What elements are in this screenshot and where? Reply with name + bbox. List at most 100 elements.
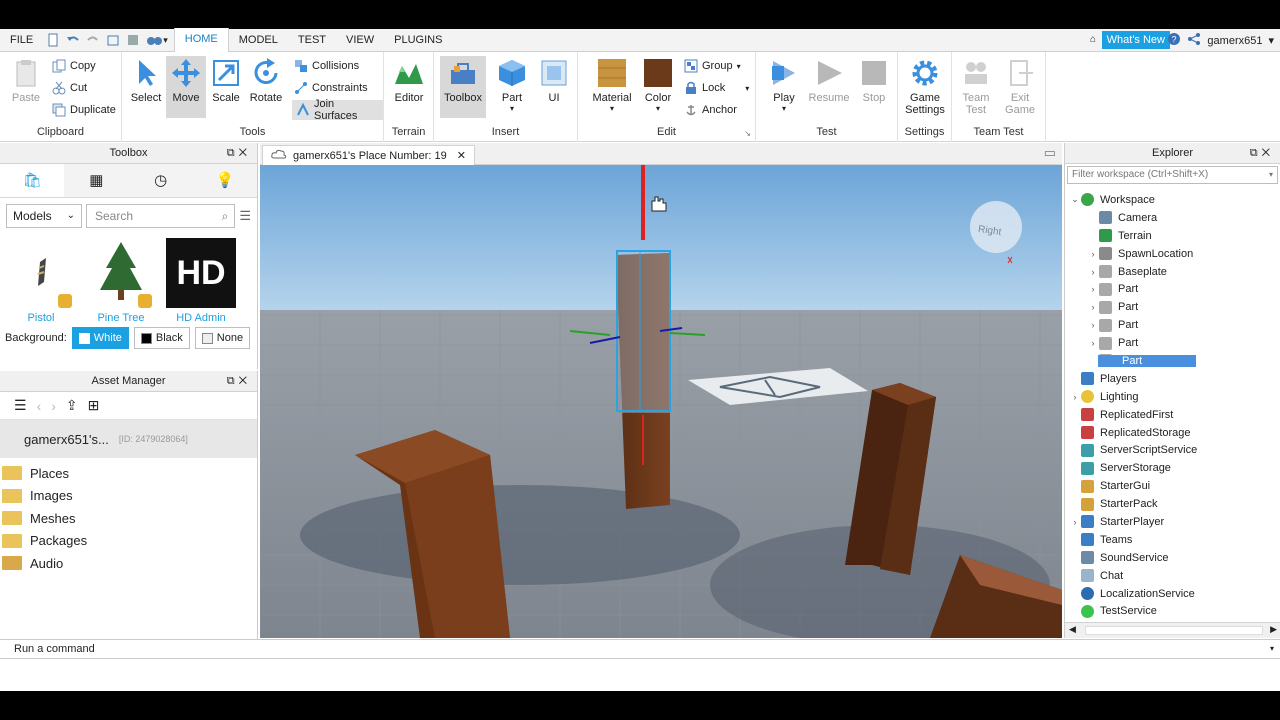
tab-view[interactable]: VIEW bbox=[336, 29, 384, 52]
collapsed-chevron-icon[interactable]: › bbox=[1087, 284, 1099, 294]
explorer-filter-input[interactable]: Filter workspace (Ctrl+Shift+X) ▾ bbox=[1067, 166, 1278, 184]
game-settings-button[interactable]: Game Settings bbox=[902, 56, 948, 118]
undock-icon[interactable]: ⧉ bbox=[227, 147, 239, 159]
explorer-item-starterplayer[interactable]: › StarterPlayer bbox=[1065, 513, 1280, 531]
tab-recent[interactable]: ◷ bbox=[128, 164, 193, 197]
exit-game-button[interactable]: Exit Game bbox=[1000, 56, 1040, 118]
explorer-item-startergui[interactable]: StarterGui bbox=[1065, 477, 1280, 495]
explorer-item-baseplate[interactable]: › Baseplate bbox=[1065, 263, 1280, 281]
explorer-item-serverstorage[interactable]: ServerStorage bbox=[1065, 459, 1280, 477]
tab-inventory[interactable]: ▦ bbox=[64, 164, 129, 197]
toolbox-item-hd-admin[interactable]: HD HD Admin bbox=[166, 238, 236, 324]
place-tab[interactable]: gamerx651's Place Number: 19 ✕ bbox=[262, 145, 475, 165]
upload-icon[interactable]: ⇪ bbox=[66, 397, 78, 414]
explorer-item-replicatedfirst[interactable]: ReplicatedFirst bbox=[1065, 406, 1280, 424]
duplicate-button[interactable]: Duplicate bbox=[52, 100, 116, 120]
constraints-toggle[interactable]: Constraints bbox=[294, 78, 368, 98]
toolbox-search-input[interactable]: Search ⌕ bbox=[86, 204, 236, 228]
scroll-right-icon[interactable]: ▶ bbox=[1270, 624, 1277, 635]
folder-images[interactable]: Images bbox=[0, 485, 257, 508]
material-button[interactable]: Material ▾ bbox=[590, 56, 634, 118]
color-dropdown-icon[interactable]: ▾ bbox=[638, 104, 678, 113]
explorer-item-testservice[interactable]: TestService bbox=[1065, 602, 1280, 620]
terrain-editor-button[interactable]: Editor bbox=[389, 56, 429, 118]
part-button[interactable]: Part ▾ bbox=[492, 56, 532, 118]
team-test-button[interactable]: Team Test bbox=[956, 56, 996, 118]
collisions-toggle[interactable]: Collisions bbox=[294, 56, 359, 76]
toolbox-item-pistol[interactable]: Pistol bbox=[6, 238, 76, 324]
binoculars-icon[interactable] bbox=[146, 33, 163, 47]
explorer-item-part[interactable]: Part bbox=[1065, 352, 1280, 370]
lock-dropdown-icon[interactable]: ▾ bbox=[745, 84, 749, 93]
explorer-item-camera[interactable]: Camera bbox=[1065, 209, 1280, 227]
collapsed-chevron-icon[interactable]: › bbox=[1087, 249, 1099, 259]
collapsed-chevron-icon[interactable]: › bbox=[1087, 302, 1099, 312]
explorer-item-terrain[interactable]: Terrain bbox=[1065, 227, 1280, 245]
username[interactable]: gamerx651 bbox=[1207, 35, 1262, 47]
paste-button[interactable]: Paste bbox=[6, 56, 46, 118]
cut-button[interactable]: Cut bbox=[52, 78, 87, 98]
explorer-item-lighting[interactable]: › Lighting bbox=[1065, 388, 1280, 406]
filter-dropdown-icon[interactable]: ▾ bbox=[1269, 167, 1273, 183]
explorer-item-part[interactable]: › Part bbox=[1065, 316, 1280, 334]
user-menu-chevron-icon[interactable]: ▾ bbox=[1268, 34, 1274, 47]
folder-audio[interactable]: Audio bbox=[0, 552, 257, 575]
scrollbar-thumb[interactable] bbox=[1085, 626, 1263, 635]
rotate-button[interactable]: Rotate bbox=[246, 56, 286, 118]
play-button[interactable]: Play ▾ bbox=[764, 56, 804, 118]
group-button[interactable]: Group ▾ bbox=[684, 56, 741, 76]
explorer-item-soundservice[interactable]: SoundService bbox=[1065, 549, 1280, 567]
forward-icon[interactable]: › bbox=[51, 398, 56, 414]
part-dropdown-icon[interactable]: ▾ bbox=[492, 104, 532, 113]
3d-viewport[interactable]: Right bbox=[260, 165, 1062, 638]
back-icon[interactable]: ‹ bbox=[37, 398, 42, 414]
tab-home[interactable]: HOME bbox=[173, 28, 229, 52]
collapsed-chevron-icon[interactable]: › bbox=[1069, 517, 1081, 527]
save-icon[interactable] bbox=[126, 33, 140, 47]
explorer-horizontal-scrollbar[interactable]: ◀ ▶ bbox=[1065, 622, 1280, 638]
close-icon[interactable]: ✕ bbox=[239, 147, 251, 159]
explorer-item-starterpack[interactable]: StarterPack bbox=[1065, 495, 1280, 513]
group-dropdown-icon[interactable]: ▾ bbox=[737, 62, 741, 71]
undock-icon[interactable]: ⧉ bbox=[1250, 147, 1262, 159]
material-dropdown-icon[interactable]: ▾ bbox=[590, 104, 634, 113]
undo-icon[interactable] bbox=[66, 33, 80, 47]
folder-packages[interactable]: Packages bbox=[0, 530, 257, 553]
copy-button[interactable]: Copy bbox=[52, 56, 96, 76]
folder-meshes[interactable]: Meshes bbox=[0, 507, 257, 530]
close-icon[interactable]: ✕ bbox=[1262, 147, 1274, 159]
tab-marketplace[interactable]: 🛍 bbox=[0, 164, 65, 197]
explorer-item-part[interactable]: › Part bbox=[1065, 280, 1280, 298]
explorer-item-serverscriptservice[interactable]: ServerScriptService bbox=[1065, 441, 1280, 459]
menu-icon[interactable]: ☰ bbox=[14, 397, 27, 414]
select-button[interactable]: Select bbox=[126, 56, 166, 118]
share-icon[interactable] bbox=[1187, 32, 1201, 49]
edit-group-launcher-icon[interactable]: ↘ bbox=[744, 129, 751, 138]
explorer-item-part[interactable]: › Part bbox=[1065, 298, 1280, 316]
command-dropdown-icon[interactable]: ▾ bbox=[1270, 640, 1274, 658]
fullscreen-icon[interactable]: ▭ bbox=[1044, 145, 1056, 161]
folder-places[interactable]: Places bbox=[0, 462, 257, 485]
lock-button[interactable]: Lock ▾ bbox=[684, 78, 749, 98]
grid-view-icon[interactable]: ⊞ bbox=[88, 397, 100, 414]
toolbox-item-pine-tree[interactable]: Pine Tree bbox=[86, 238, 156, 324]
collapse-ribbon-icon[interactable]: ⌂ bbox=[1090, 34, 1096, 45]
explorer-item-players[interactable]: Players bbox=[1065, 370, 1280, 388]
collapsed-chevron-icon[interactable]: › bbox=[1069, 392, 1081, 402]
bg-black-button[interactable]: Black bbox=[133, 327, 190, 349]
help-icon[interactable]: ? bbox=[1167, 32, 1181, 49]
explorer-item-workspace[interactable]: ⌄ Workspace bbox=[1065, 191, 1280, 209]
explorer-item-teams[interactable]: Teams bbox=[1065, 531, 1280, 549]
explorer-item-part[interactable]: › Part bbox=[1065, 334, 1280, 352]
explorer-item-chat[interactable]: Chat bbox=[1065, 567, 1280, 585]
scroll-left-icon[interactable]: ◀ bbox=[1069, 624, 1076, 635]
command-bar[interactable]: Run a command ▾ bbox=[0, 639, 1280, 659]
collapsed-chevron-icon[interactable]: › bbox=[1087, 267, 1099, 277]
close-tab-icon[interactable]: ✕ bbox=[457, 147, 466, 165]
collapsed-chevron-icon[interactable]: › bbox=[1087, 338, 1099, 348]
quick-access-dropdown-icon[interactable]: ▾ bbox=[163, 35, 168, 46]
publish-icon[interactable] bbox=[106, 33, 120, 47]
move-button[interactable]: Move bbox=[166, 56, 206, 118]
undock-icon[interactable]: ⧉ bbox=[227, 375, 239, 387]
whats-new-button[interactable]: What's New bbox=[1101, 31, 1170, 49]
